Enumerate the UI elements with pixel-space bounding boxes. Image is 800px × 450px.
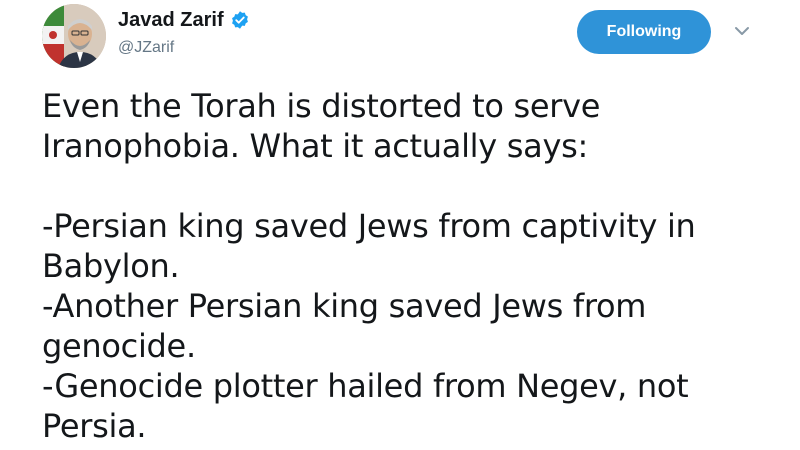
- tweet-text: Even the Torah is distorted to serve Ira…: [42, 86, 762, 446]
- tweet-text-line: Babylon.: [42, 247, 180, 285]
- avatar-photo-icon: [42, 4, 106, 68]
- tweet-text-line: -Another Persian king saved Jews from: [42, 287, 647, 325]
- verified-badge-icon: [230, 10, 250, 30]
- following-button[interactable]: Following: [577, 10, 711, 54]
- tweet-text-line: Persia.: [42, 407, 147, 445]
- display-name[interactable]: Javad Zarif: [118, 8, 224, 32]
- chevron-down-icon[interactable]: [733, 24, 751, 38]
- tweet-card: Javad Zarif @JZarif Following Even the T…: [0, 0, 800, 450]
- tweet-text-line: genocide.: [42, 327, 196, 365]
- avatar[interactable]: [42, 4, 106, 68]
- user-name-row: Javad Zarif: [118, 8, 250, 32]
- tweet-text-line: Even the Torah is distorted to serve: [42, 87, 601, 125]
- user-handle[interactable]: @JZarif: [118, 38, 174, 58]
- tweet-text-line: -Genocide plotter hailed from Negev, not: [42, 367, 689, 405]
- tweet-text-line: Iranophobia. What it actually says:: [42, 127, 588, 165]
- tweet-text-line: -Persian king saved Jews from captivity …: [42, 207, 696, 245]
